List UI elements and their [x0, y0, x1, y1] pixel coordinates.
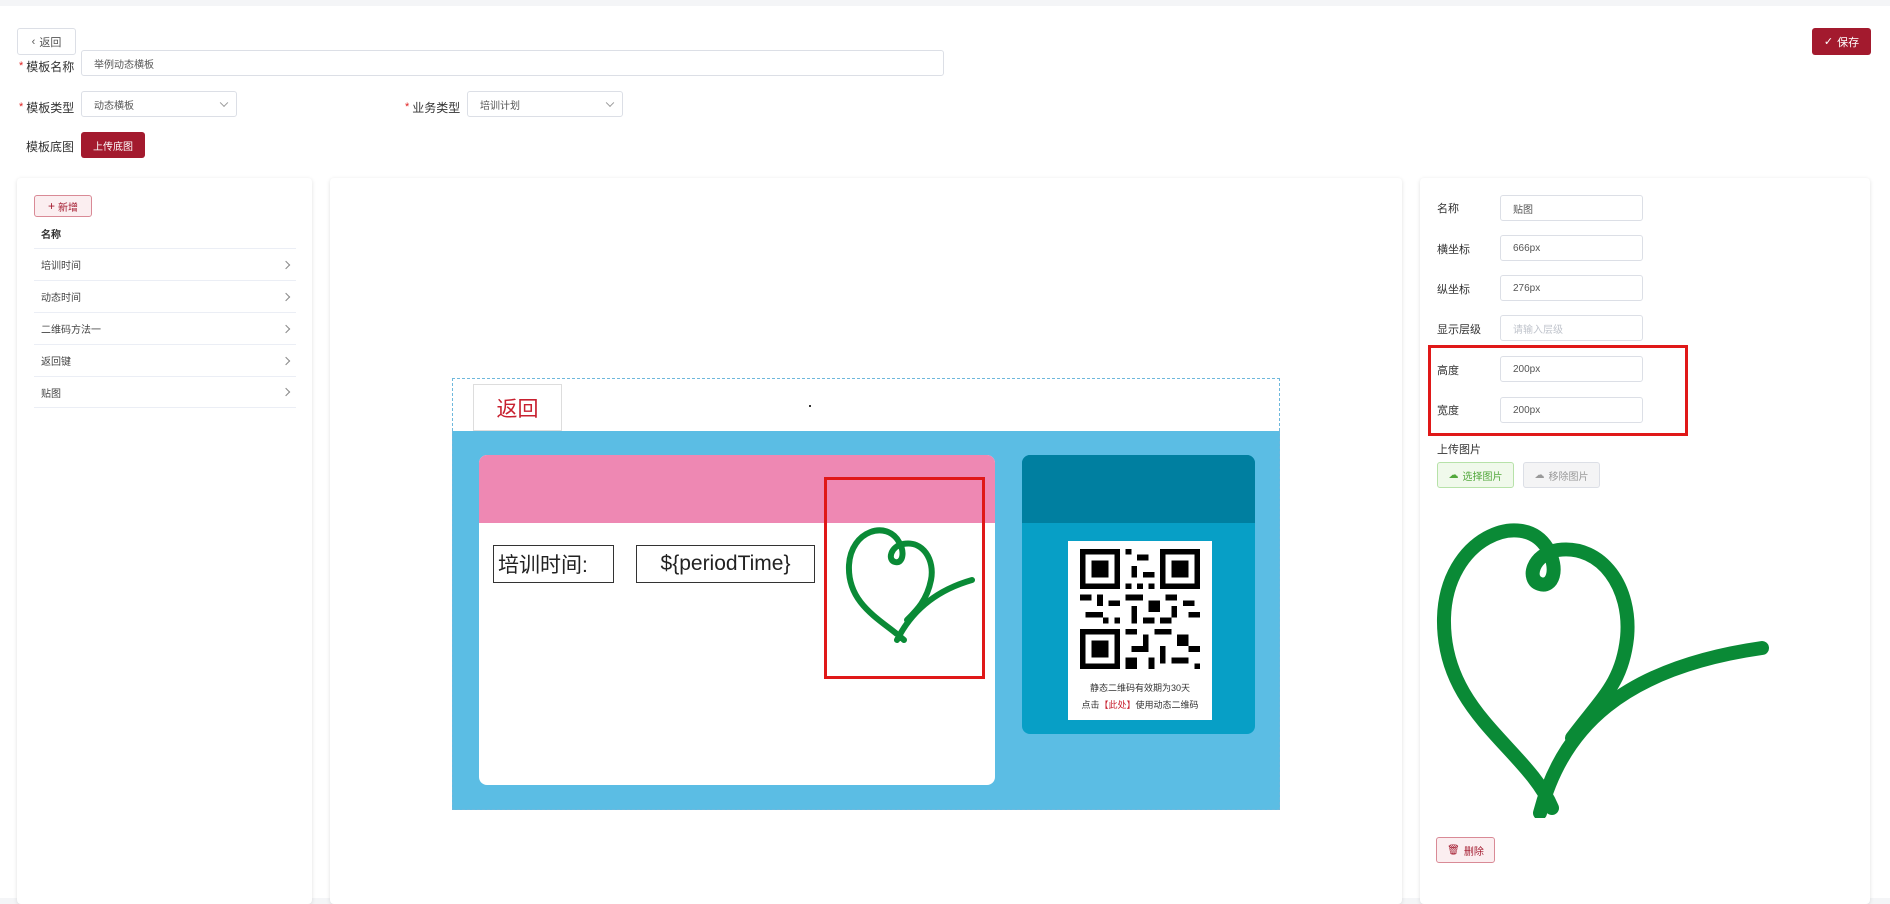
element-list: 培训时间 动态时间 二维码方法一 返回键 贴图 — [34, 248, 296, 408]
canvas-background: 培训时间: ${periodTime} 静态二维码有效期为30天 点击【此处】使… — [452, 431, 1280, 810]
chevron-right-icon — [281, 387, 291, 397]
required-mark: * — [405, 101, 410, 113]
trash-icon: 🗑 — [1447, 844, 1460, 856]
canvas-header-area: 返回 — [452, 378, 1280, 431]
check-icon: ✓ — [1823, 36, 1834, 48]
business-type-label-text: 业务类型 — [412, 100, 461, 115]
cloud-icon: ☁ — [1534, 469, 1545, 481]
back-button-label: 返回 — [39, 36, 62, 49]
chevron-down-icon — [219, 98, 229, 108]
qr-card-header — [1022, 455, 1255, 523]
plus-icon: + — [47, 199, 55, 213]
remove-image-button[interactable]: ☁ 移除图片 — [1523, 462, 1600, 488]
delete-element-button[interactable]: 🗑 删除 — [1436, 837, 1495, 863]
back-button[interactable]: ‹ 返回 — [17, 28, 76, 55]
x-coordinate-label: 横坐标 — [1437, 244, 1470, 256]
canvas-dot — [809, 405, 811, 407]
element-list-panel: + 新增 名称 培训时间 动态时间 二维码方法一 返回键 贴图 — [17, 178, 312, 904]
choose-image-button[interactable]: ☁ 选择图片 — [1437, 462, 1514, 488]
save-button[interactable]: ✓ 保存 — [1812, 28, 1871, 55]
template-type-value: 动态横板 — [94, 100, 134, 112]
template-type-select[interactable]: 动态横板 — [81, 91, 237, 117]
name-label: 名称 — [1437, 203, 1459, 215]
list-item-label: 贴图 — [41, 388, 61, 400]
page: ‹ 返回 ✓ 保存 * 模板名称 举例动态横板 * 模板类型 动态横板 * 业务… — [0, 6, 1890, 904]
z-index-input[interactable]: 请输入层级 — [1500, 315, 1643, 341]
canvas-panel: 返回 培训时间: ${periodTime} 静态二维码有效期为30天 点击【此… — [330, 178, 1402, 904]
y-coordinate-label: 纵坐标 — [1437, 284, 1470, 296]
height-label: 高度 — [1437, 365, 1459, 377]
list-item[interactable]: 二维码方法一 — [34, 312, 296, 344]
properties-panel: 名称 贴图 横坐标 666px 纵坐标 276px 显示层级 请输入层级 高度 … — [1420, 178, 1870, 904]
chevron-right-icon — [281, 324, 291, 333]
qr-note-line2: 点击【此处】使用动态二维码 — [1068, 698, 1212, 711]
chevron-left-icon: ‹ — [31, 35, 36, 48]
period-time-element[interactable]: ${periodTime} — [636, 545, 815, 583]
chevron-right-icon — [281, 292, 291, 301]
qr-note-line1: 静态二维码有效期为30天 — [1089, 683, 1190, 693]
list-header: 名称 — [41, 230, 61, 241]
chevron-right-icon — [281, 260, 291, 269]
name-input[interactable]: 贴图 — [1500, 195, 1643, 221]
canvas-back-element[interactable]: 返回 — [473, 384, 562, 431]
selected-sticker-highlight[interactable] — [824, 477, 985, 679]
template-name-label-text: 模板名称 — [26, 59, 75, 74]
width-label: 宽度 — [1437, 405, 1459, 417]
heart-sticker-icon — [845, 527, 975, 643]
list-item[interactable]: 培训时间 — [34, 248, 296, 280]
list-item[interactable]: 返回键 — [34, 344, 296, 376]
add-element-label: 新增 — [58, 202, 78, 214]
list-item-label: 返回键 — [41, 357, 71, 368]
template-type-label: * 模板类型 — [19, 95, 74, 119]
y-coordinate-input[interactable]: 276px — [1500, 275, 1643, 301]
height-input[interactable]: 200px — [1500, 356, 1643, 382]
chevron-right-icon — [281, 356, 291, 365]
qr-note-link[interactable]: 【此处】 — [1099, 700, 1135, 710]
business-type-select[interactable]: 培训计划 — [467, 91, 623, 117]
choose-image-label: 选择图片 — [1462, 471, 1503, 483]
template-name-label: * 模板名称 — [19, 54, 74, 78]
cloud-upload-icon: ☁ — [1448, 469, 1459, 481]
upload-background-button[interactable]: 上传底图 — [81, 132, 145, 158]
qr-code-element[interactable]: 静态二维码有效期为30天 点击【此处】使用动态二维码 — [1068, 541, 1212, 720]
business-type-label: * 业务类型 — [405, 95, 460, 119]
training-time-label-element[interactable]: 培训时间: — [493, 545, 614, 583]
template-canvas: 返回 培训时间: ${periodTime} 静态二维码有效期为30天 点击【此… — [452, 378, 1280, 810]
chevron-down-icon — [605, 98, 615, 108]
template-name-input[interactable]: 举例动态横板 — [81, 50, 944, 76]
delete-element-label: 删除 — [1463, 846, 1484, 858]
z-index-label: 显示层级 — [1437, 324, 1481, 336]
list-item-label: 培训时间 — [41, 261, 81, 272]
add-element-button[interactable]: + 新增 — [34, 195, 92, 217]
heart-image-preview-icon — [1436, 523, 1769, 818]
width-input[interactable]: 200px — [1500, 397, 1643, 423]
required-mark: * — [19, 101, 24, 113]
save-button-label: 保存 — [1837, 36, 1860, 49]
qr-card: 静态二维码有效期为30天 点击【此处】使用动态二维码 — [1022, 455, 1255, 734]
list-item-label: 二维码方法一 — [41, 325, 101, 336]
qr-note-suffix: 使用动态二维码 — [1135, 700, 1199, 710]
qr-note-prefix: 点击 — [1081, 700, 1100, 710]
list-item[interactable]: 贴图 — [34, 376, 296, 408]
remove-image-label: 移除图片 — [1548, 471, 1589, 483]
business-type-value: 培训计划 — [480, 100, 520, 112]
qr-code-icon — [1080, 549, 1200, 669]
list-item[interactable]: 动态时间 — [34, 280, 296, 312]
upload-image-label: 上传图片 — [1437, 444, 1481, 456]
list-item-label: 动态时间 — [41, 293, 81, 304]
template-type-label-text: 模板类型 — [26, 100, 75, 115]
background-label: 模板底图 — [26, 139, 75, 154]
required-mark: * — [19, 60, 24, 72]
x-coordinate-input[interactable]: 666px — [1500, 235, 1643, 261]
